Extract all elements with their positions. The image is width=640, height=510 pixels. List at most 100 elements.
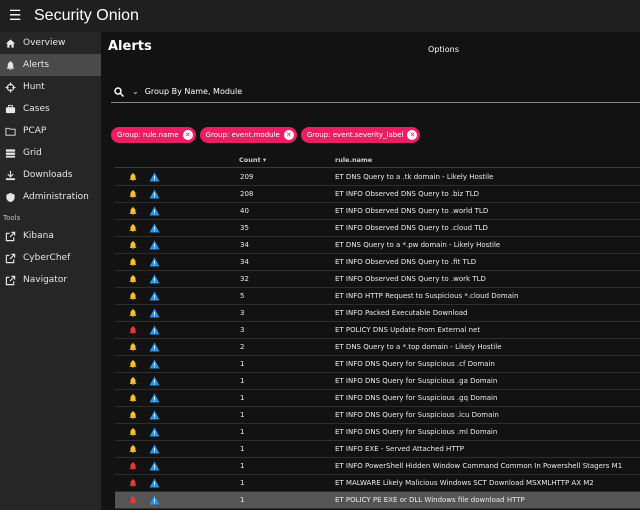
table-row[interactable]: 34 ET INFO Observed DNS Query to .fit TLD xyxy=(115,254,640,271)
group-chip[interactable]: Group: rule.name ✕ xyxy=(111,127,196,143)
bell-icon[interactable] xyxy=(128,257,138,267)
table-row[interactable]: 3 ET INFO Packed Executable Download xyxy=(115,305,640,322)
row-rule-name: ET INFO HTTP Request to Suspicious *.clo… xyxy=(335,292,519,300)
warning-icon[interactable] xyxy=(149,410,160,420)
table-row[interactable]: 1 ET INFO DNS Query for Suspicious .cf Do… xyxy=(115,356,640,373)
sidebar-item-administration[interactable]: Administration xyxy=(0,186,101,208)
warning-icon[interactable] xyxy=(149,291,160,301)
table-row[interactable]: 208 ET INFO Observed DNS Query to .biz TL… xyxy=(115,186,640,203)
query-input[interactable]: Group By Name, Module xyxy=(145,87,242,96)
query-bar[interactable]: ⌄ Group By Name, Module xyxy=(111,81,640,103)
bell-icon[interactable] xyxy=(128,495,138,505)
bell-icon[interactable] xyxy=(128,376,138,386)
options-button[interactable]: Options xyxy=(428,45,459,54)
table-row[interactable]: 2 ET DNS Query to a *.top domain - Likely… xyxy=(115,339,640,356)
sidebar-item-alerts[interactable]: Alerts xyxy=(0,54,101,76)
bell-icon[interactable] xyxy=(128,427,138,437)
bell-icon[interactable] xyxy=(128,393,138,403)
warning-icon[interactable] xyxy=(149,308,160,318)
sidebar-item-pcap[interactable]: PCAP xyxy=(0,120,101,142)
warning-icon[interactable] xyxy=(149,427,160,437)
table-row[interactable]: 209 ET DNS Query to a .tk domain - Likely… xyxy=(115,169,640,186)
tool-link-kibana[interactable]: Kibana xyxy=(0,225,101,247)
bell-icon[interactable] xyxy=(128,325,138,335)
table-row[interactable]: 1 ET INFO DNS Query for Suspicious .gq Do… xyxy=(115,390,640,407)
tools-label: Tools xyxy=(3,213,21,222)
warning-icon[interactable] xyxy=(149,359,160,369)
warning-icon[interactable] xyxy=(149,342,160,352)
sidebar-item-downloads[interactable]: Downloads xyxy=(0,164,101,186)
bell-icon[interactable] xyxy=(128,172,138,182)
sidebar: Overview Alerts Hunt Cases PCAP Grid Downloads… xyxy=(0,32,101,510)
count-header[interactable]: Count ▾ xyxy=(239,156,266,164)
table-row[interactable]: 35 ET INFO Observed DNS Query to .cloud T… xyxy=(115,220,640,237)
group-chip-label: Group: rule.name xyxy=(117,131,179,139)
warning-icon[interactable] xyxy=(149,478,160,488)
row-count: 3 xyxy=(240,309,245,317)
warning-icon[interactable] xyxy=(149,444,160,454)
warning-icon[interactable] xyxy=(149,393,160,403)
group-chip[interactable]: Group: event.module ✕ xyxy=(199,127,297,143)
table-row[interactable]: 1 ET INFO DNS Query for Suspicious .icu D… xyxy=(115,407,640,424)
warning-icon[interactable] xyxy=(149,495,160,505)
row-rule-name: ET INFO DNS Query for Suspicious .icu Do… xyxy=(335,411,499,419)
warning-icon[interactable] xyxy=(149,240,160,250)
group-chip[interactable]: Group: event.severity_label ✕ xyxy=(300,127,421,143)
table-row[interactable]: 40 ET INFO Observed DNS Query to .world T… xyxy=(115,203,640,220)
brand-logo[interactable]: Security Onion xyxy=(34,7,139,25)
table-row[interactable]: 1 ET POLICY PE EXE or DLL Windows file do… xyxy=(115,492,640,509)
table-row[interactable]: 1 ET INFO DNS Query for Suspicious .ml Do… xyxy=(115,424,640,441)
warning-icon[interactable] xyxy=(149,223,160,233)
bell-icon[interactable] xyxy=(128,240,138,250)
chevron-down-icon[interactable]: ⌄ xyxy=(132,87,139,96)
bell-icon[interactable] xyxy=(128,461,138,471)
download-icon xyxy=(5,170,16,181)
sidebar-item-grid[interactable]: Grid xyxy=(0,142,101,164)
sidebar-item-overview[interactable]: Overview xyxy=(0,32,101,54)
bell-icon[interactable] xyxy=(128,206,138,216)
warning-icon[interactable] xyxy=(149,206,160,216)
sidebar-item-cases[interactable]: Cases xyxy=(0,98,101,120)
warning-icon[interactable] xyxy=(149,172,160,182)
row-rule-name: ET INFO Observed DNS Query to .world TLD xyxy=(335,207,489,215)
table-row[interactable]: 1 ET MALWARE Likely Malicious Windows SCT… xyxy=(115,475,640,492)
menu-icon[interactable]: ☰ xyxy=(4,5,26,27)
bell-icon[interactable] xyxy=(128,274,138,284)
bell-icon[interactable] xyxy=(128,291,138,301)
warning-icon[interactable] xyxy=(149,257,160,267)
grid-icon xyxy=(5,148,16,159)
bell-icon[interactable] xyxy=(128,359,138,369)
tool-link-navigator[interactable]: Navigator xyxy=(0,269,101,291)
bell-icon[interactable] xyxy=(128,410,138,420)
table-row[interactable]: 3 ET POLICY DNS Update From External net xyxy=(115,322,640,339)
bell-icon[interactable] xyxy=(128,444,138,454)
row-count: 1 xyxy=(240,394,245,402)
sidebar-item-label: Cases xyxy=(23,104,50,114)
warning-icon[interactable] xyxy=(149,189,160,199)
warning-icon[interactable] xyxy=(149,325,160,335)
bell-icon[interactable] xyxy=(128,189,138,199)
sidebar-item-hunt[interactable]: Hunt xyxy=(0,76,101,98)
close-icon[interactable]: ✕ xyxy=(182,130,193,140)
group-chips: Group: rule.name ✕ Group: event.module ✕ Gro… xyxy=(111,127,421,143)
bell-icon[interactable] xyxy=(128,342,138,352)
close-icon[interactable]: ✕ xyxy=(283,130,294,140)
warning-icon[interactable] xyxy=(149,274,160,284)
close-icon[interactable]: ✕ xyxy=(407,130,418,140)
search-icon[interactable] xyxy=(113,86,125,98)
rule-name-header[interactable]: rule.name xyxy=(335,156,372,164)
table-row[interactable]: 1 ET INFO DNS Query for Suspicious .ga Do… xyxy=(115,373,640,390)
warning-icon[interactable] xyxy=(149,461,160,471)
row-rule-name: ET INFO Packed Executable Download xyxy=(335,309,468,317)
table-row[interactable]: 32 ET INFO Observed DNS Query to .work TL… xyxy=(115,271,640,288)
bell-icon[interactable] xyxy=(128,223,138,233)
table-row[interactable]: 1 ET INFO EXE - Served Attached HTTP xyxy=(115,441,640,458)
table-row[interactable]: 34 ET DNS Query to a *.pw domain - Likely… xyxy=(115,237,640,254)
warning-icon[interactable] xyxy=(149,376,160,386)
bell-icon[interactable] xyxy=(128,308,138,318)
bell-icon[interactable] xyxy=(128,478,138,488)
table-row[interactable]: 5 ET INFO HTTP Request to Suspicious *.cl… xyxy=(115,288,640,305)
tool-link-cyberchef[interactable]: CyberChef xyxy=(0,247,101,269)
row-count: 1 xyxy=(240,360,245,368)
table-row[interactable]: 1 ET INFO PowerShell Hidden Window Comman… xyxy=(115,458,640,475)
